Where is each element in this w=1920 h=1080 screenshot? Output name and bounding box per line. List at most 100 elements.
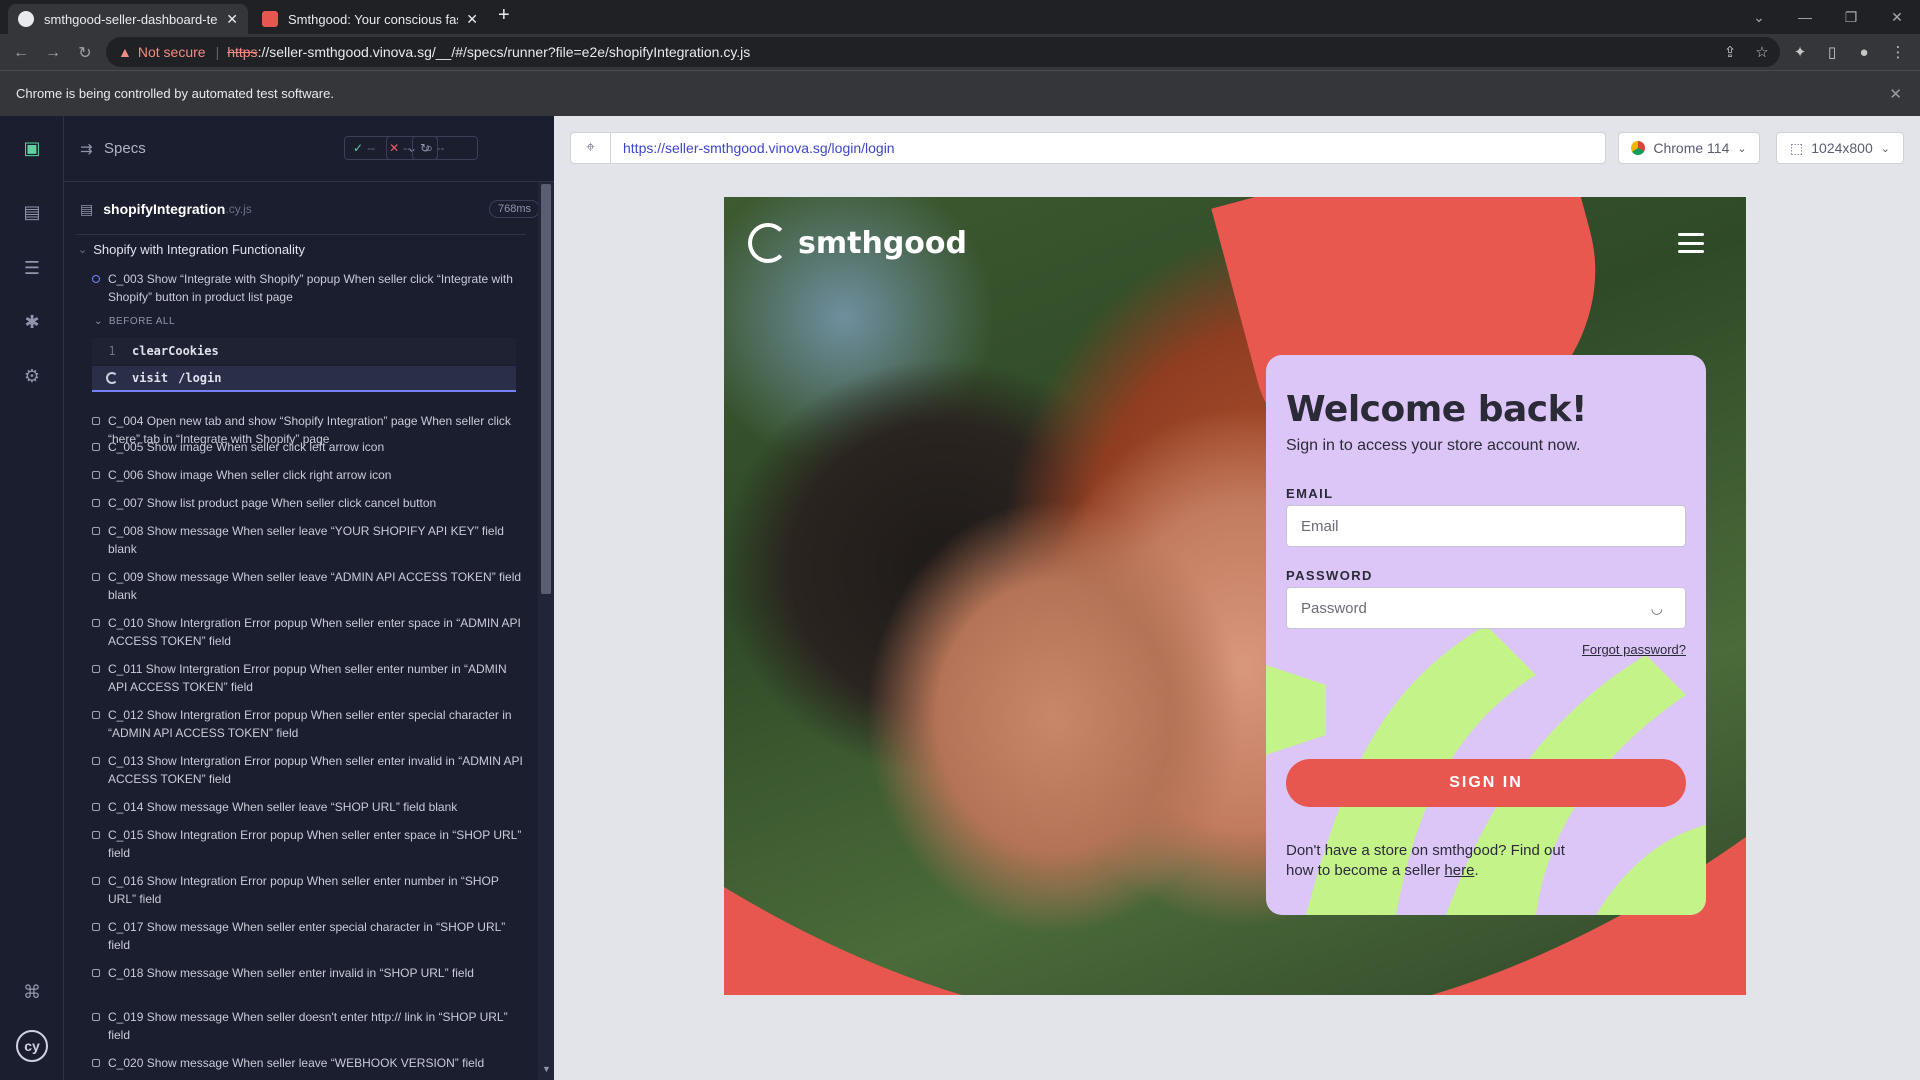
scrollbar-thumb[interactable] (541, 184, 551, 594)
test-item[interactable]: C_020 Show message When seller leave “WE… (92, 1054, 528, 1072)
file-icon: ▤ (80, 200, 94, 217)
test-item[interactable]: C_013 Show Intergration Error popup When… (92, 752, 528, 788)
test-item[interactable]: C_009 Show message When seller leave “AD… (92, 568, 528, 604)
pending-checkbox-icon (92, 831, 100, 839)
reporter-header: ⇉ Specs ✓ -- ✕ -- ○ -- ⌄ ↻ (64, 116, 554, 182)
test-item[interactable]: C_019 Show message When seller doesn't e… (92, 1008, 528, 1044)
hook-title[interactable]: ⌄ BEFORE ALL (94, 316, 175, 327)
settings-gear-icon[interactable]: ⚙ (18, 362, 46, 390)
specs-title[interactable]: Specs (104, 140, 146, 157)
extensions-icon[interactable]: ✦ (1790, 42, 1810, 62)
debug-bug-icon[interactable]: ✱ (18, 308, 46, 336)
side-panel-icon[interactable]: ▯ (1822, 42, 1842, 62)
specs-list-icon[interactable]: ☰ (18, 254, 46, 282)
pending-checkbox-icon (92, 471, 100, 479)
selector-playground-icon[interactable]: ⌖ (571, 133, 611, 163)
test-item[interactable]: C_011 Show Intergration Error popup When… (92, 660, 528, 696)
test-item[interactable]: C_016 Show Integration Error popup When … (92, 872, 528, 908)
pending-checkbox-icon (92, 665, 100, 673)
tab-dashboard[interactable]: smthgood-seller-dashboard-test ✕ (8, 4, 248, 34)
test-item[interactable]: C_010 Show Intergration Error popup When… (92, 614, 528, 650)
restore-icon[interactable]: ❐ (1828, 0, 1874, 34)
pending-checkbox-icon (92, 443, 100, 451)
close-tab-icon[interactable]: ✕ (226, 11, 238, 28)
test-item[interactable]: C_005 Show image When seller click left … (92, 438, 528, 456)
close-tab-icon[interactable]: ✕ (466, 11, 478, 28)
warning-icon: ▲ (118, 44, 132, 60)
minimize-icon[interactable]: — (1782, 0, 1828, 34)
project-icon[interactable]: ▣ (18, 134, 46, 162)
rerun-icon[interactable]: ↻ (412, 136, 438, 160)
viewport-button[interactable]: ⬚ 1024x800 ⌄ (1776, 132, 1904, 164)
tab-search-icon[interactable]: ⌄ (1736, 0, 1782, 34)
brand-name: smthgood (798, 225, 967, 261)
current-test[interactable]: C_003 Show “Integrate with Shopify” popu… (92, 270, 528, 306)
pending-checkbox-icon (92, 877, 100, 885)
pending-checkbox-icon (92, 969, 100, 977)
aut-url-bar[interactable]: ⌖ https://seller-smthgood.vinova.sg/logi… (570, 132, 1606, 164)
test-label: C_012 Show Intergration Error popup When… (108, 708, 512, 740)
tab-smthgood[interactable]: Smthgood: Your conscious fashio ✕ (252, 4, 488, 34)
command-name: visit (132, 371, 169, 385)
test-item[interactable]: C_015 Show Integration Error popup When … (92, 826, 528, 862)
security-label[interactable]: Not secure (138, 44, 206, 60)
test-item[interactable]: C_012 Show Intergration Error popup When… (92, 706, 528, 742)
pass-count: -- (367, 141, 376, 155)
back-icon[interactable]: ← (10, 42, 32, 64)
chrome-icon (1631, 141, 1646, 155)
signup-text: Don't have a store on smthgood? Find out… (1286, 841, 1586, 881)
forgot-password-link[interactable]: Forgot password? (1582, 642, 1686, 657)
viewport-label: 1024x800 (1811, 140, 1873, 156)
eye-hidden-icon[interactable]: ◡ (1651, 600, 1663, 617)
pending-checkbox-icon (92, 923, 100, 931)
password-field[interactable]: Password ◡ (1286, 587, 1686, 629)
spinner-icon (92, 372, 132, 384)
sign-in-button[interactable]: SIGN IN (1286, 759, 1686, 807)
address-bar[interactable]: ▲ Not secure | https ://seller-smthgood.… (106, 37, 1780, 67)
smthgood-favicon-icon (262, 11, 278, 27)
suite-title[interactable]: ⌄ Shopify with Integration Functionality (78, 242, 305, 257)
reload-icon[interactable]: ↻ (74, 42, 96, 64)
scroll-down-icon[interactable]: ▼ (542, 1064, 551, 1074)
command-row-active[interactable]: visit /login (92, 366, 516, 392)
close-icon[interactable]: ✕ (1889, 85, 1902, 103)
command-number: 1 (108, 344, 116, 358)
command-arg: /login (178, 371, 222, 385)
become-seller-link[interactable]: here (1444, 862, 1474, 879)
runs-icon[interactable]: ▤ (18, 198, 46, 226)
email-field[interactable]: Email (1286, 505, 1686, 547)
test-item[interactable]: C_008 Show message When seller leave “YO… (92, 522, 528, 558)
command-row[interactable]: 1 clearCookies (92, 338, 516, 364)
suite-label: Shopify with Integration Functionality (93, 242, 305, 257)
signup-period: . (1474, 862, 1479, 879)
test-label: C_019 Show message When seller doesn't e… (108, 1010, 508, 1042)
test-item[interactable]: C_017 Show message When seller enter spe… (92, 918, 528, 954)
url-text: ://seller-smthgood.vinova.sg/__/#/specs/… (257, 44, 751, 60)
menu-dots-icon[interactable]: ⋮ (1888, 42, 1908, 62)
spec-duration: 768ms (488, 200, 540, 218)
browser-select-button[interactable]: Chrome 114 ⌄ (1618, 132, 1760, 164)
cypress-logo-icon[interactable]: cy (16, 1030, 48, 1062)
bookmark-star-icon[interactable]: ☆ (1752, 42, 1772, 62)
specs-toggle-icon[interactable]: ⇉ (80, 140, 93, 158)
hamburger-menu-icon[interactable] (1678, 233, 1704, 253)
test-label: C_015 Show Integration Error popup When … (108, 828, 522, 860)
close-window-icon[interactable]: ✕ (1874, 0, 1920, 34)
spec-file-name: shopifyIntegration (103, 201, 226, 217)
test-item[interactable]: C_006 Show image When seller click right… (92, 466, 528, 484)
tab-title: Smthgood: Your conscious fashio (288, 11, 458, 27)
new-tab-icon[interactable]: + (498, 4, 510, 27)
specs-reporter-panel: ⇉ Specs ✓ -- ✕ -- ○ -- ⌄ ↻ ▤ shopifyInte… (64, 116, 554, 1080)
test-item[interactable]: C_018 Show message When seller enter inv… (92, 964, 528, 982)
share-icon[interactable]: ⇪ (1720, 42, 1740, 62)
password-placeholder: Password (1301, 599, 1367, 617)
test-item[interactable]: C_014 Show message When seller leave “SH… (92, 798, 528, 816)
smthgood-logo[interactable]: smthgood (748, 223, 967, 263)
chevron-down-icon: ⌄ (78, 244, 88, 256)
keyboard-shortcuts-icon[interactable]: ⌘ (18, 978, 46, 1006)
forward-icon[interactable]: → (42, 42, 64, 64)
profile-icon[interactable]: ● (1854, 42, 1874, 62)
browser-label: Chrome 114 (1653, 140, 1730, 156)
test-label: C_014 Show message When seller leave “SH… (108, 800, 458, 814)
test-item[interactable]: C_007 Show list product page When seller… (92, 494, 528, 512)
